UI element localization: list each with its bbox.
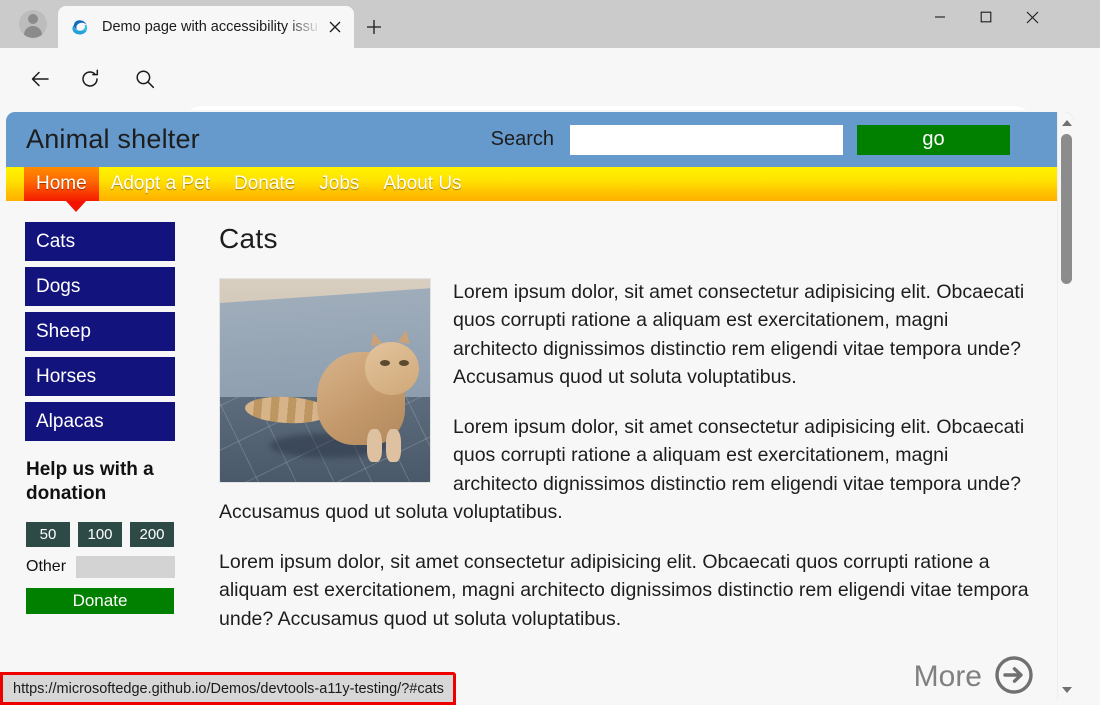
page-viewport: Animal shelter Search go Home Adopt a Pe… xyxy=(0,110,1100,705)
search-go-button[interactable]: go xyxy=(857,125,1010,155)
page-title: Cats xyxy=(219,223,1034,255)
back-arrow-icon xyxy=(29,68,51,90)
nav-item-adopt-a-pet[interactable]: Adopt a Pet xyxy=(99,167,222,201)
toolbar-search-button[interactable] xyxy=(127,61,163,97)
back-button[interactable] xyxy=(22,61,58,97)
active-nav-pointer xyxy=(66,201,86,212)
donation-other-input[interactable] xyxy=(76,556,175,578)
web-page: Animal shelter Search go Home Adopt a Pe… xyxy=(6,112,1074,700)
nav-item-donate[interactable]: Donate xyxy=(222,167,307,201)
donation-amounts: 50 100 200 xyxy=(26,522,206,547)
new-tab-button[interactable] xyxy=(358,11,390,43)
sidebar-item-alpacas[interactable]: Alpacas xyxy=(26,403,174,440)
site-navigation: Home Adopt a Pet Donate Jobs About Us xyxy=(6,167,1074,201)
plus-icon xyxy=(366,19,382,35)
donation-heading: Help us with a donation xyxy=(26,458,166,507)
nav-item-about-us[interactable]: About Us xyxy=(371,167,473,201)
site-header: Animal shelter Search go xyxy=(6,112,1074,167)
scroll-down-arrow-icon[interactable] xyxy=(1058,681,1074,698)
content-paragraph: Lorem ipsum dolor, sit amet consectetur … xyxy=(219,548,1034,633)
site-search: Search go xyxy=(491,125,1010,155)
search-icon xyxy=(135,69,155,89)
maximize-icon xyxy=(980,11,992,23)
donate-button[interactable]: Donate xyxy=(26,588,174,614)
sidebar-item-sheep[interactable]: Sheep xyxy=(26,313,174,350)
reload-button[interactable] xyxy=(72,61,108,97)
donation-other-row: Other xyxy=(26,556,206,578)
page-scrollbar[interactable] xyxy=(1057,112,1074,700)
arrow-right-circle-icon xyxy=(994,655,1034,700)
nav-item-jobs[interactable]: Jobs xyxy=(307,167,371,201)
search-input[interactable] xyxy=(570,125,843,155)
search-label: Search xyxy=(491,128,554,151)
cat-photo xyxy=(219,278,431,483)
profile-avatar-icon xyxy=(19,10,47,38)
donation-amount-50[interactable]: 50 xyxy=(26,522,70,547)
reload-icon xyxy=(79,68,101,90)
browser-tab[interactable]: Demo page with accessibility issu xyxy=(58,6,354,48)
profile-button[interactable] xyxy=(10,7,56,41)
main-content: Cats xyxy=(206,223,1074,700)
browser-toolbar: microsoftedge.github.io/Demos/devtools-a… xyxy=(0,48,1100,110)
minimize-icon xyxy=(934,11,946,23)
tab-title: Demo page with accessibility issu xyxy=(102,19,321,35)
sidebar-item-horses[interactable]: Horses xyxy=(26,358,174,395)
donation-amount-200[interactable]: 200 xyxy=(130,522,174,547)
sidebar: Cats Dogs Sheep Horses Alpacas Help us w… xyxy=(6,223,206,700)
sidebar-item-cats[interactable]: Cats xyxy=(26,223,174,260)
more-label: More xyxy=(914,660,982,694)
donation-amount-100[interactable]: 100 xyxy=(78,522,122,547)
sidebar-item-dogs[interactable]: Dogs xyxy=(26,268,174,305)
window-minimize-button[interactable] xyxy=(917,0,963,34)
site-body: Cats Dogs Sheep Horses Alpacas Help us w… xyxy=(6,201,1074,700)
title-bar: Demo page with accessibility issu xyxy=(0,0,1100,48)
edge-logo-icon xyxy=(70,18,89,37)
donation-other-label: Other xyxy=(26,558,66,576)
content-flow: Lorem ipsum dolor, sit amet consectetur … xyxy=(219,278,1034,700)
close-icon xyxy=(1026,11,1039,24)
window-maximize-button[interactable] xyxy=(963,0,1009,34)
tab-close-icon[interactable] xyxy=(321,13,349,41)
browser-window: Demo page with accessibility issu xyxy=(0,0,1100,705)
status-bar-url: https://microsoftedge.github.io/Demos/de… xyxy=(0,672,456,705)
scroll-up-arrow-icon[interactable] xyxy=(1058,114,1074,131)
scrollbar-thumb[interactable] xyxy=(1061,134,1072,284)
window-close-button[interactable] xyxy=(1009,0,1055,34)
site-title: Animal shelter xyxy=(26,124,200,155)
nav-item-home[interactable]: Home xyxy=(24,167,99,201)
